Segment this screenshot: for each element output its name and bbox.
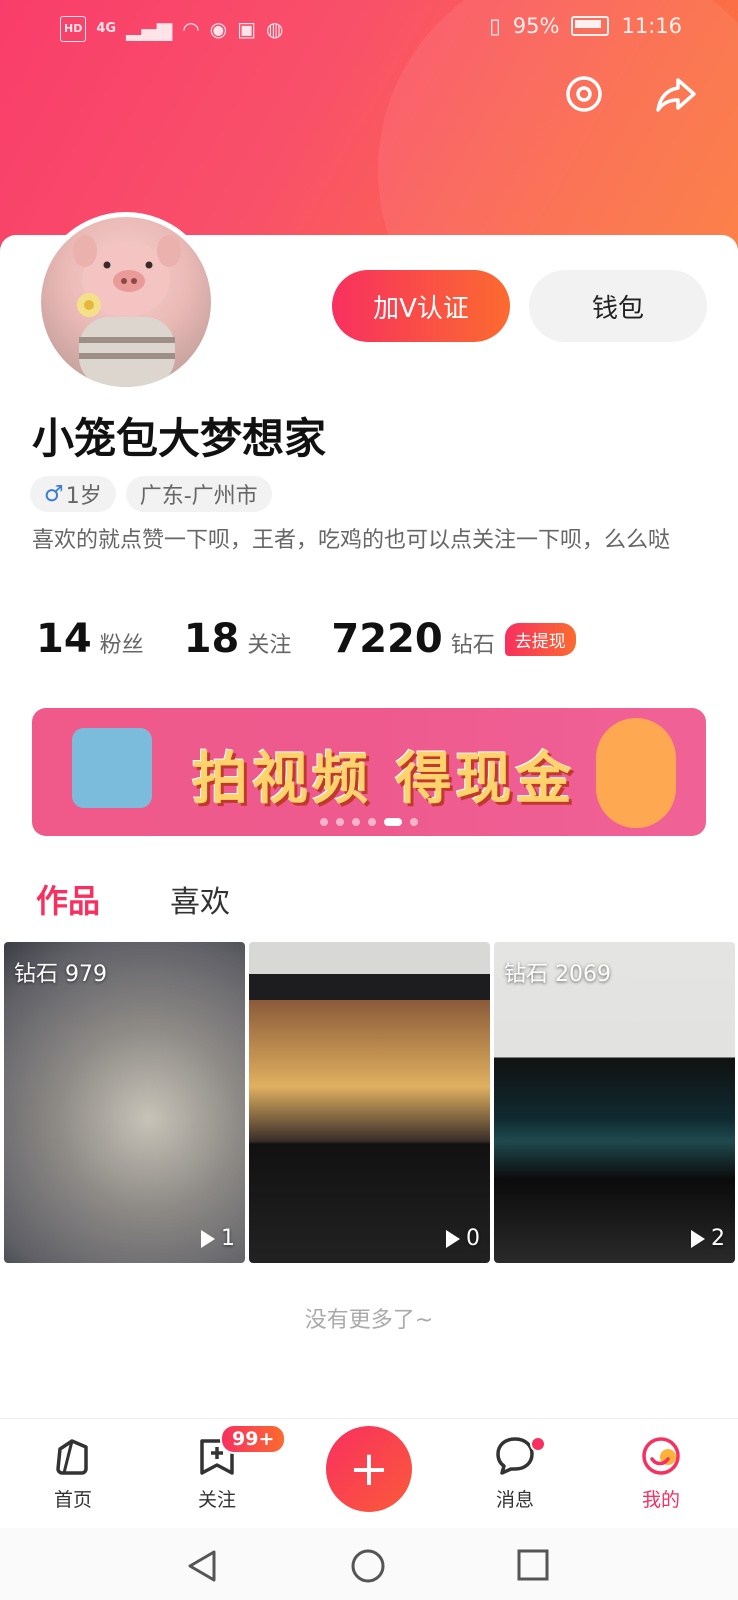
video-play-count: 1 — [201, 1226, 235, 1251]
following-label: 关注 — [247, 633, 292, 658]
wallet-button[interactable]: 钱包 — [529, 270, 707, 342]
username: 小笼包大梦想家 — [32, 414, 327, 463]
male-icon: ♂ — [44, 481, 64, 507]
nav-home-label: 首页 — [53, 1489, 92, 1511]
video-tile[interactable]: 钻石 979 1 — [4, 942, 245, 1263]
character-illustration — [596, 718, 676, 828]
fans-label: 粉丝 — [99, 633, 144, 658]
plus-icon: + — [348, 1441, 390, 1497]
profile-tags: ♂ 1岁 广东-广州市 — [30, 476, 272, 512]
video-play-count: 0 — [446, 1226, 480, 1251]
banner-dot — [320, 818, 328, 826]
play-count: 0 — [466, 1226, 480, 1251]
fans-count: 14 — [36, 616, 92, 662]
app-notification-icon: ▣ — [237, 17, 257, 41]
clock: 11:16 — [621, 14, 682, 38]
play-icon — [201, 1229, 215, 1248]
create-post-button[interactable]: + — [326, 1426, 412, 1512]
follow-badge: 99+ — [220, 1424, 287, 1454]
video-play-count: 2 — [691, 1226, 725, 1251]
video-grid: 钻石 979 1 0 钻石 2069 2 — [4, 942, 735, 1263]
tab-works[interactable]: 作品 — [36, 876, 100, 922]
diamond-count: 7220 — [331, 616, 443, 662]
share-icon[interactable] — [654, 72, 698, 116]
following-stat[interactable]: 18 关注 — [184, 616, 292, 662]
app-notification-icon-2: ◍ — [266, 17, 284, 41]
hd-indicator: HD — [60, 16, 87, 42]
content-tabs: 作品 喜欢 — [36, 876, 230, 922]
banner-dot — [410, 818, 418, 826]
banner-dot — [368, 818, 376, 826]
play-icon — [446, 1229, 460, 1248]
stats-row: 14 粉丝 18 关注 7220 钻石 去提现 — [36, 616, 576, 662]
banner-pagination — [32, 818, 706, 826]
diamond-stat: 7220 钻石 — [331, 616, 494, 662]
nav-messages-label: 消息 — [495, 1489, 534, 1511]
settings-icon[interactable] — [562, 72, 606, 116]
nav-messages[interactable]: 消息 — [470, 1433, 560, 1512]
banner-dot-active — [384, 818, 402, 826]
nav-follow-label: 关注 — [197, 1489, 236, 1511]
system-navigation-bar — [0, 1528, 738, 1600]
play-icon — [691, 1229, 705, 1248]
battery-icon — [571, 16, 610, 36]
verify-button[interactable]: 加V认证 — [332, 270, 510, 342]
banner-text: 拍视频 得现金 — [192, 747, 576, 812]
nav-home[interactable]: 首页 — [28, 1433, 118, 1512]
mine-icon — [642, 1437, 680, 1475]
no-more-text: 没有更多了~ — [304, 1308, 434, 1333]
video-tile[interactable]: 钻石 2069 2 — [494, 942, 735, 1263]
signal-icon: ▂▄▆ — [126, 17, 173, 41]
banner-dot — [352, 818, 360, 826]
battery-percent: 95% — [512, 14, 560, 38]
banner-dot — [336, 818, 344, 826]
play-count: 1 — [221, 1226, 235, 1251]
vibrate-icon: ▯ — [489, 14, 501, 38]
following-count: 18 — [183, 616, 240, 662]
camera-illustration — [72, 728, 152, 808]
message-unread-dot — [530, 1436, 546, 1452]
age-text: 1岁 — [65, 484, 102, 509]
status-bar: HD 4G ▂▄▆ ◠ ◉ ▣ ◍ ▯ 95% 11:16 — [0, 0, 738, 58]
back-icon[interactable] — [186, 1548, 218, 1584]
top-actions — [562, 72, 698, 116]
fans-stat[interactable]: 14 粉丝 — [36, 616, 144, 662]
home-circle-icon[interactable] — [350, 1548, 386, 1584]
diamond-label: 钻石 — [450, 633, 495, 658]
play-count: 2 — [711, 1226, 725, 1251]
home-icon — [56, 1439, 88, 1475]
gender-age-tag: ♂ 1岁 — [30, 476, 116, 512]
location-tag: 广东-广州市 — [125, 476, 272, 512]
network-indicator: 4G — [96, 21, 117, 36]
video-diamond-count: 钻石 2069 — [504, 962, 611, 987]
tab-likes[interactable]: 喜欢 — [170, 877, 230, 921]
pig-avatar-image — [73, 235, 181, 387]
withdraw-button[interactable]: 去提现 — [504, 622, 576, 656]
recents-icon[interactable] — [516, 1548, 550, 1582]
video-tile[interactable]: 0 — [249, 942, 490, 1263]
bio: 喜欢的就点赞一下呗，王者，吃鸡的也可以点关注一下呗，么么哒 — [32, 528, 671, 553]
eye-icon: ◉ — [209, 17, 228, 41]
nav-mine[interactable]: 我的 — [616, 1433, 706, 1512]
video-diamond-count: 钻石 979 — [14, 962, 107, 987]
wifi-icon: ◠ — [182, 17, 200, 41]
nav-mine-label: 我的 — [641, 1489, 680, 1511]
promo-banner[interactable]: 拍视频 得现金 — [32, 708, 706, 836]
avatar[interactable] — [36, 212, 216, 392]
